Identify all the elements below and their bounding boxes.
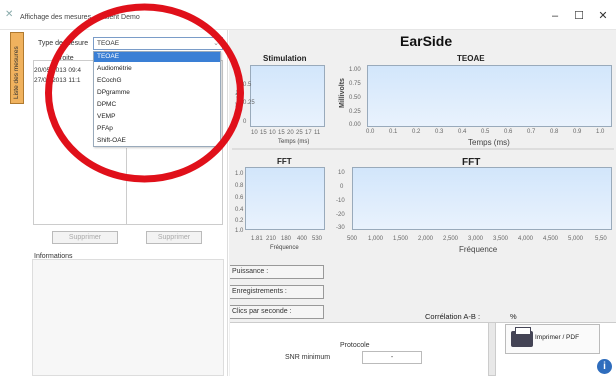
protocol-label: Protocole [340,342,370,349]
fft-small-plot[interactable] [245,167,325,230]
stimulation-xlabel: Temps (ms) [278,139,310,145]
fft-ytick: -30 [336,225,345,231]
fft-small-ytick: 0.6 [235,195,244,201]
teoae-xtick: 0.1 [389,129,398,135]
panel-separator [232,148,614,150]
stimulation-xtick: 25 [296,130,303,136]
stimulation-xtick: 20 [287,130,294,136]
fft-ytick: 0 [340,184,344,190]
tab-puissance[interactable]: Puissance : [230,265,324,279]
correlation-value: % [510,312,517,321]
teoae-xtick: 0.9 [573,129,582,135]
app-logo-icon: ✕ [5,9,14,20]
teoae-ytick: 0.50 [349,95,361,101]
teoae-xtick: 0.6 [504,129,513,135]
stimulation-xtick: 10 [251,130,258,136]
teoae-ytick: 0.75 [349,81,361,87]
teoae-xtick: 0.3 [435,129,444,135]
correlation-label: Corrélation A-B : [425,312,481,321]
fft-ytick: -20 [336,212,345,218]
fft-small-ytick: 1.0 [235,228,244,234]
fft-xtick: 3,000 [468,236,484,242]
delete-button-left[interactable]: Supprimer [52,231,118,244]
teoae-xtick: 0.0 [366,129,375,135]
fft-ytick: -10 [336,198,345,204]
close-button[interactable]: ✕ [596,9,610,23]
info-box [32,259,224,376]
scrollbar[interactable] [488,322,496,376]
teoae-title: TEOAE [457,54,485,63]
fft-ytick: 10 [338,170,345,176]
fft-small-xtick: 210 [266,236,277,242]
fft-small-xlabel: Fréquence [270,245,299,251]
fft-xtick: 4,000 [518,236,534,242]
fft-xtick: 2,500 [443,236,459,242]
app-name: EarSide [400,33,453,49]
print-pdf-label: Imprimer / PDF [535,334,580,341]
teoae-xtick: 0.8 [550,129,559,135]
delete-button-right[interactable]: Supprimer [146,231,202,244]
stimulation-title: Stimulation [263,54,307,63]
teoae-xtick: 0.7 [527,129,536,135]
stimulation-xtick: 11 [314,130,321,136]
fft-xtick: 5,000 [568,236,584,242]
measures-list-tab[interactable]: Liste des mesures [10,32,24,104]
fft-xtick: 1,500 [393,236,409,242]
fft-small-xtick: 180 [281,236,292,242]
printer-icon [511,327,533,347]
maximize-button[interactable]: ☐ [572,9,586,23]
red-annotation-circle [45,3,244,183]
teoae-plot[interactable] [367,65,612,127]
measures-list-tab-label: Liste des mesures [13,46,20,99]
stimulation-plot[interactable] [250,65,325,127]
tab-enregistrements[interactable]: Enregistrements : [230,285,324,299]
fft-xlabel: Fréquence [459,245,498,254]
tab-clics-par-seconde[interactable]: Clics par seconde : [230,305,324,319]
teoae-ylabel: Millivolts [339,78,346,108]
teoae-ytick: 0.25 [349,109,361,115]
fft-xtick: 500 [347,236,358,242]
fft-xtick: 4,500 [543,236,559,242]
stimulation-xtick: 15 [278,130,285,136]
teoae-xtick: 0.2 [412,129,421,135]
fft-small-xtick: 530 [312,236,323,242]
fft-small-xtick: 1.81 [251,236,263,242]
stimulation-xtick: 17 [305,130,312,136]
fft-plot[interactable] [352,167,612,230]
snr-field[interactable]: - [362,351,422,364]
info-icon[interactable]: i [597,359,612,374]
fft-xtick: 2,000 [418,236,434,242]
snr-label: SNR minimum [285,354,331,361]
fft-small-ytick: 0.2 [235,218,244,224]
teoae-xtick: 0.4 [458,129,467,135]
teoae-ytick: 0.00 [349,122,361,128]
fft-small-xtick: 400 [297,236,308,242]
teoae-xtick: 0.5 [481,129,490,135]
teoae-xtick: 1.0 [596,129,605,135]
fft-small-ytick: 0.4 [235,207,244,213]
stimulation-xtick: 15 [260,130,267,136]
fft-xtick: 3,500 [493,236,509,242]
fft-xtick: 1,000 [368,236,384,242]
fft-xtick: 5,50 [595,236,607,242]
teoae-ytick: 1.00 [349,67,361,73]
stimulation-xtick: 10 [269,130,276,136]
minimize-button[interactable]: – [548,9,562,23]
teoae-xlabel: Temps (ms) [468,138,510,147]
fft-small-title: FFT [277,157,292,166]
